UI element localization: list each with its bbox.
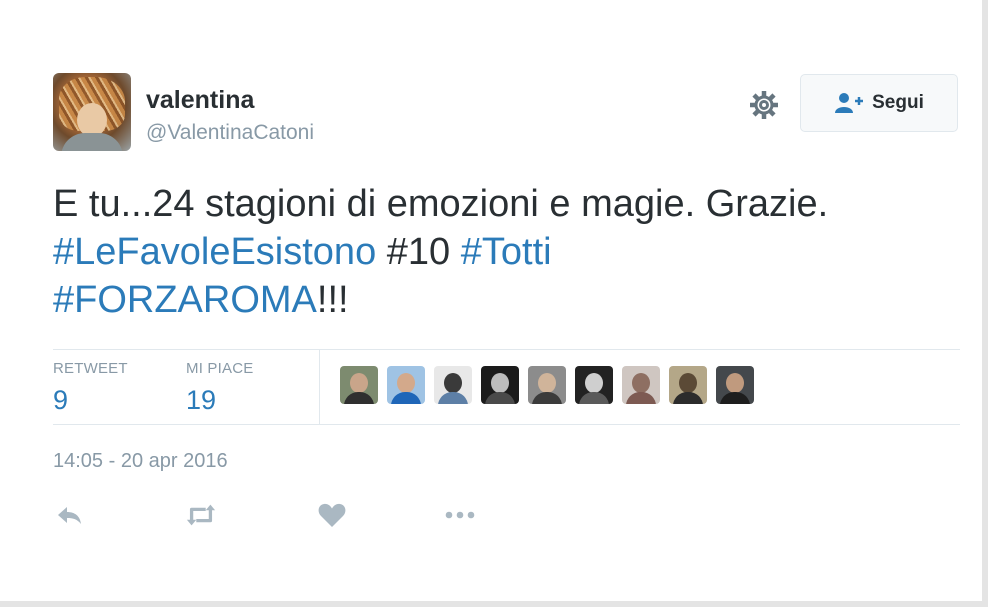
hashtag-lefavoleesistono[interactable]: #LeFavoleEsistono	[53, 231, 376, 273]
like-stat[interactable]: MI PIACE 19	[186, 360, 253, 416]
user-avatar[interactable]	[53, 73, 131, 151]
avatar-shirt	[61, 133, 123, 151]
tweet-suffix: !!!	[316, 279, 349, 321]
tweet-timestamp[interactable]: 14:05 - 20 apr 2016	[53, 450, 228, 473]
liker-avatar-1[interactable]	[340, 366, 378, 404]
liker-avatar-7[interactable]	[622, 366, 660, 404]
tweet-line-1: E tu...24 stagioni di emozioni e magie. …	[53, 183, 829, 225]
gear-icon[interactable]	[748, 89, 780, 121]
likers-avatars	[340, 366, 754, 404]
retweet-stat[interactable]: RETWEET 9	[53, 360, 128, 416]
like-count: 19	[186, 385, 217, 415]
liker-avatar-3[interactable]	[434, 366, 472, 404]
add-user-icon	[835, 93, 864, 113]
tweet-text: E tu...24 stagioni di emozioni e magie. …	[53, 180, 953, 324]
retweet-count: 9	[53, 385, 69, 415]
liker-avatar-6[interactable]	[575, 366, 613, 404]
tweet-line-2: #LeFavoleEsistono #10 #Totti	[53, 228, 953, 276]
liker-avatar-2[interactable]	[387, 366, 425, 404]
like-label: MI PIACE	[186, 360, 254, 377]
stats-top-divider	[53, 349, 960, 350]
retweet-icon[interactable]	[185, 500, 217, 530]
hashtag-forzaroma[interactable]: #FORZAROMA	[53, 279, 317, 321]
retweet-label: RETWEET	[53, 360, 128, 377]
liker-avatar-8[interactable]	[669, 366, 707, 404]
liker-avatar-9[interactable]	[716, 366, 754, 404]
like-icon[interactable]	[316, 500, 348, 530]
tweet-text-between: #10	[376, 231, 461, 273]
follow-button[interactable]: Segui	[800, 74, 958, 132]
tweet-line-3: #FORZAROMA!!!	[53, 276, 953, 324]
user-handle[interactable]: @ValentinaCatoni	[146, 121, 314, 145]
reply-icon[interactable]	[53, 500, 85, 530]
hashtag-totti[interactable]: #Totti	[461, 231, 552, 273]
follow-label: Segui	[872, 92, 924, 113]
stats-bottom-divider	[53, 424, 960, 425]
liker-avatar-4[interactable]	[481, 366, 519, 404]
avatar-face	[77, 103, 107, 137]
liker-avatar-5[interactable]	[528, 366, 566, 404]
display-name[interactable]: valentina	[146, 86, 254, 115]
more-icon[interactable]	[444, 500, 476, 530]
stats-separator	[319, 350, 320, 424]
